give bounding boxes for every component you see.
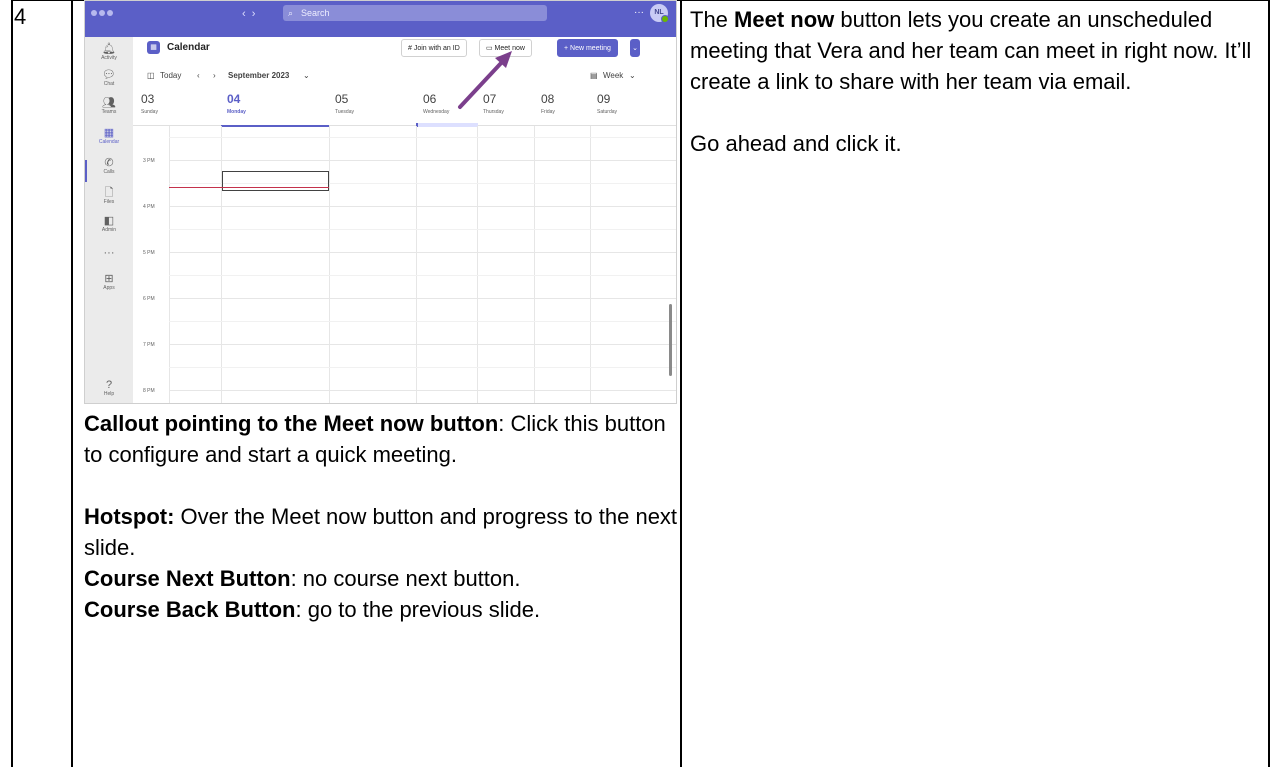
arrow-shaft	[458, 59, 505, 109]
back-button-note: Course Back Button: go to the previous s…	[84, 597, 541, 622]
narration-instruction: Go ahead and click it.	[690, 131, 902, 156]
callout-note: Callout pointing to the Meet now button:…	[84, 411, 666, 467]
next-button-note: Course Next Button: no course next butto…	[84, 566, 521, 591]
teams-screenshot: ‹ › ⌕ Search ··· NL 🔔︎ Activity 💬︎ Chat 👥︎…	[84, 0, 677, 404]
step-number: 4	[14, 4, 27, 29]
narration-paragraph: The Meet now button lets you create an u…	[690, 7, 1252, 94]
hotspot-note: Hotspot: Over the Meet now button and pr…	[84, 504, 678, 560]
narration-text: The Meet now button lets you create an u…	[690, 4, 1260, 159]
column-divider	[680, 1, 682, 767]
column-divider	[71, 1, 73, 767]
slide-notes: Callout pointing to the Meet now button:…	[84, 408, 684, 625]
callout-arrow	[458, 51, 512, 109]
